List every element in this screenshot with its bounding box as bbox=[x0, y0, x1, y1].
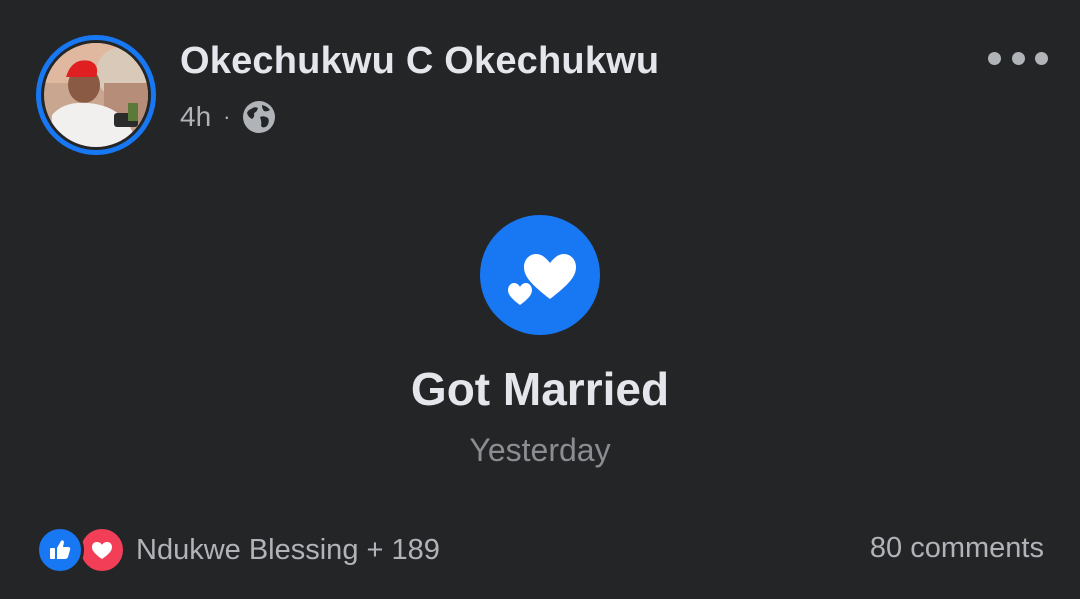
avatar-photo bbox=[44, 43, 148, 147]
post-meta: 4h · bbox=[180, 100, 276, 134]
like-icon bbox=[36, 526, 84, 574]
avatar[interactable] bbox=[44, 43, 148, 147]
reactions-summary[interactable]: Ndukwe Blessing + 189 bbox=[36, 526, 440, 574]
hearts-icon bbox=[508, 254, 576, 305]
more-options-button[interactable] bbox=[988, 46, 1048, 70]
feed-post: Okechukwu C Okechukwu 4h · Got Married Y… bbox=[0, 0, 1080, 599]
thumbs-up-icon bbox=[50, 540, 71, 559]
more-dot bbox=[988, 51, 1001, 65]
love-icon bbox=[78, 526, 126, 574]
more-dot bbox=[1035, 51, 1048, 65]
life-event-icon bbox=[480, 215, 600, 335]
avatar-frame bbox=[41, 40, 151, 150]
life-event-title: Got Married bbox=[410, 363, 670, 415]
more-dot bbox=[1011, 51, 1025, 65]
reaction-names[interactable]: Ndukwe Blessing + 189 bbox=[136, 534, 440, 567]
meta-separator: · bbox=[223, 104, 231, 129]
story-ring[interactable] bbox=[36, 35, 156, 155]
post-time[interactable]: 4h bbox=[180, 101, 211, 133]
comments-count[interactable]: 80 comments bbox=[870, 532, 1044, 565]
author-name[interactable]: Okechukwu C Okechukwu bbox=[180, 40, 659, 83]
heart-icon bbox=[92, 542, 112, 559]
globe-icon[interactable] bbox=[242, 100, 276, 134]
life-event-date: Yesterday bbox=[469, 432, 611, 468]
